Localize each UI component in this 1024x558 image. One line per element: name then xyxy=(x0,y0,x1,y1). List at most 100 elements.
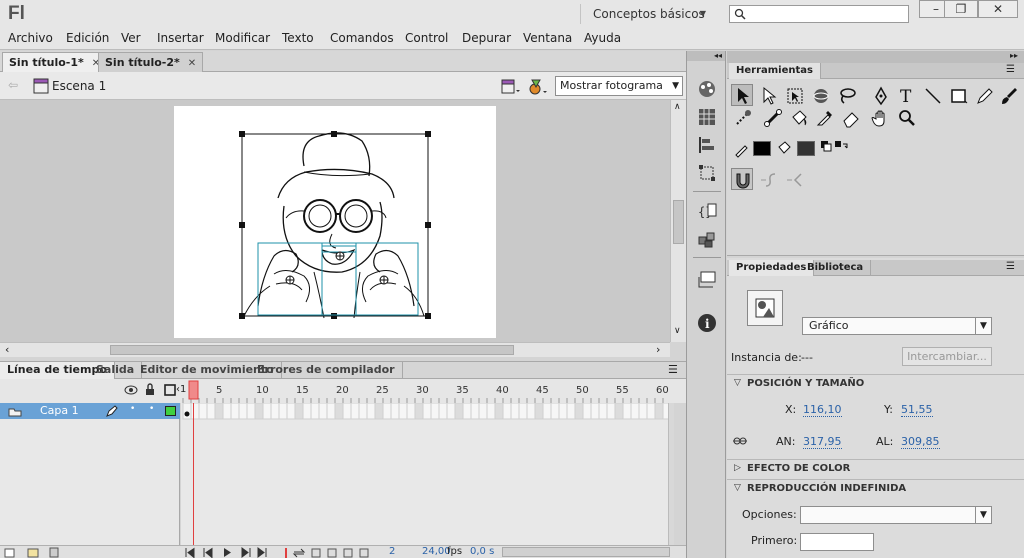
frame-cell[interactable] xyxy=(526,402,536,420)
frame-cell[interactable] xyxy=(286,402,296,420)
frame-cell[interactable] xyxy=(246,402,256,420)
frame-cell[interactable] xyxy=(382,402,392,420)
restore-button[interactable]: ❐ xyxy=(944,0,978,18)
chevron-up-icon[interactable]: ∧ xyxy=(674,102,681,112)
deco-tool-icon[interactable] xyxy=(733,108,753,128)
x-value[interactable]: 116,10 xyxy=(803,403,842,417)
menu-ventana[interactable]: Ventana xyxy=(523,31,572,45)
hand-tool-icon[interactable] xyxy=(871,108,891,128)
color-effect-section[interactable]: ▷ EFECTO DE COLOR xyxy=(727,459,1024,477)
frame-cell[interactable] xyxy=(278,402,288,420)
eyedropper-tool-icon[interactable] xyxy=(815,108,835,128)
position-size-section[interactable]: ▽ POSICIÓN Y TAMAÑO xyxy=(727,374,1024,392)
selection-tool-icon[interactable] xyxy=(733,86,753,106)
eye-icon[interactable] xyxy=(124,385,138,395)
pen-tool-icon[interactable] xyxy=(871,86,891,106)
outline-color-swatch[interactable] xyxy=(165,406,176,416)
frame-grid[interactable] xyxy=(181,402,674,545)
swatches-icon[interactable] xyxy=(697,107,717,127)
frame-cell[interactable] xyxy=(630,402,640,420)
frame-cell[interactable] xyxy=(214,402,224,420)
frame-cell[interactable] xyxy=(462,402,472,420)
outline-icon[interactable] xyxy=(164,384,176,396)
frame-cell[interactable] xyxy=(470,402,480,420)
frame-cell[interactable] xyxy=(366,402,376,420)
frame-cell[interactable] xyxy=(182,402,192,420)
timeline-hscroll[interactable] xyxy=(502,547,670,557)
height-value[interactable]: 309,85 xyxy=(901,435,940,449)
frame-cell[interactable] xyxy=(270,402,280,420)
frame-cell[interactable] xyxy=(510,402,520,420)
close-button[interactable]: ✕ xyxy=(978,0,1018,18)
stage[interactable] xyxy=(174,106,496,338)
frame-cell[interactable] xyxy=(430,402,440,420)
tab-library[interactable]: Biblioteca xyxy=(800,260,872,276)
frame-ruler[interactable]: 5 10 15 20 25 30 35 40 45 50 55 60 xyxy=(181,379,674,403)
menu-ver[interactable]: Ver xyxy=(121,31,141,45)
align-icon[interactable] xyxy=(697,135,717,155)
visibility-dot[interactable]: • xyxy=(130,404,135,414)
bone-tool-icon[interactable] xyxy=(763,108,783,128)
fill-color-icon[interactable] xyxy=(775,138,795,158)
frame-cell[interactable] xyxy=(414,402,424,420)
frame-cell[interactable] xyxy=(438,402,448,420)
frame-cell[interactable] xyxy=(222,402,232,420)
snap-magnet-icon[interactable] xyxy=(733,170,753,190)
frame-cell[interactable] xyxy=(534,402,544,420)
doc-tab-2[interactable]: Sin título-2* ✕ xyxy=(98,52,204,72)
subselection-tool-icon[interactable] xyxy=(759,86,779,106)
swap-button[interactable]: Intercambiar... xyxy=(902,347,992,366)
frame-cell[interactable] xyxy=(638,402,648,420)
timeline-vscroll[interactable] xyxy=(668,403,674,545)
frame-cell[interactable] xyxy=(606,402,616,420)
movie-explorer-icon[interactable] xyxy=(697,269,717,289)
width-value[interactable]: 317,95 xyxy=(803,435,842,449)
panel-menu-icon[interactable]: ☰ xyxy=(1006,261,1015,272)
menu-modificar[interactable]: Modificar xyxy=(215,31,270,45)
smooth-icon[interactable] xyxy=(759,170,779,190)
menu-insertar[interactable]: Insertar xyxy=(157,31,204,45)
frame-cell[interactable] xyxy=(302,402,312,420)
frame-cell[interactable] xyxy=(566,402,576,420)
search-input[interactable] xyxy=(729,5,909,23)
frame-cell[interactable] xyxy=(206,402,216,420)
symbol-behavior-select[interactable]: Gráfico ▼ xyxy=(802,317,992,335)
menu-archivo[interactable]: Archivo xyxy=(8,31,53,45)
straighten-icon[interactable] xyxy=(785,170,805,190)
onion-skin-controls[interactable] xyxy=(280,547,380,558)
panel-menu-icon[interactable]: ☰ xyxy=(668,363,678,376)
free-transform-tool-icon[interactable] xyxy=(785,86,805,106)
frame-cell[interactable] xyxy=(318,402,328,420)
menu-comandos[interactable]: Comandos xyxy=(330,31,394,45)
menu-control[interactable]: Control xyxy=(405,31,448,45)
frame-cell[interactable] xyxy=(254,402,264,420)
frame-cell[interactable] xyxy=(238,402,248,420)
frame-cell[interactable] xyxy=(190,402,200,420)
frame-cell[interactable] xyxy=(334,402,344,420)
pencil-tool-icon[interactable] xyxy=(975,86,995,106)
doc-tab-1[interactable]: Sin título-1* ✕ xyxy=(2,52,108,72)
keyframe-dot[interactable] xyxy=(184,411,190,417)
text-tool-icon[interactable]: T xyxy=(897,86,917,106)
frame-cell[interactable] xyxy=(550,402,560,420)
options-select[interactable]: ▼ xyxy=(800,506,992,524)
playhead-marker[interactable] xyxy=(188,380,199,400)
color-panel-icon[interactable] xyxy=(697,79,717,99)
edit-symbols-icon[interactable] xyxy=(526,77,548,97)
frame-cells[interactable] xyxy=(181,402,674,545)
line-tool-icon[interactable] xyxy=(923,86,943,106)
components-icon[interactable] xyxy=(697,229,717,249)
3d-rotation-tool-icon[interactable] xyxy=(811,86,831,106)
brush-tool-icon[interactable] xyxy=(999,86,1019,106)
swap-colors-icon[interactable] xyxy=(833,138,853,158)
playback-controls[interactable] xyxy=(184,547,274,558)
chevron-left-icon[interactable]: ‹ xyxy=(5,343,9,356)
horizontal-scrollbar[interactable]: ‹ › xyxy=(0,342,670,357)
frame-cell[interactable] xyxy=(582,402,592,420)
frame-cell[interactable] xyxy=(542,402,552,420)
frame-cell[interactable] xyxy=(310,402,320,420)
frame-cell[interactable] xyxy=(494,402,504,420)
menu-texto[interactable]: Texto xyxy=(282,31,314,45)
frame-cell[interactable] xyxy=(198,402,208,420)
fill-color-swatch[interactable] xyxy=(797,141,815,156)
